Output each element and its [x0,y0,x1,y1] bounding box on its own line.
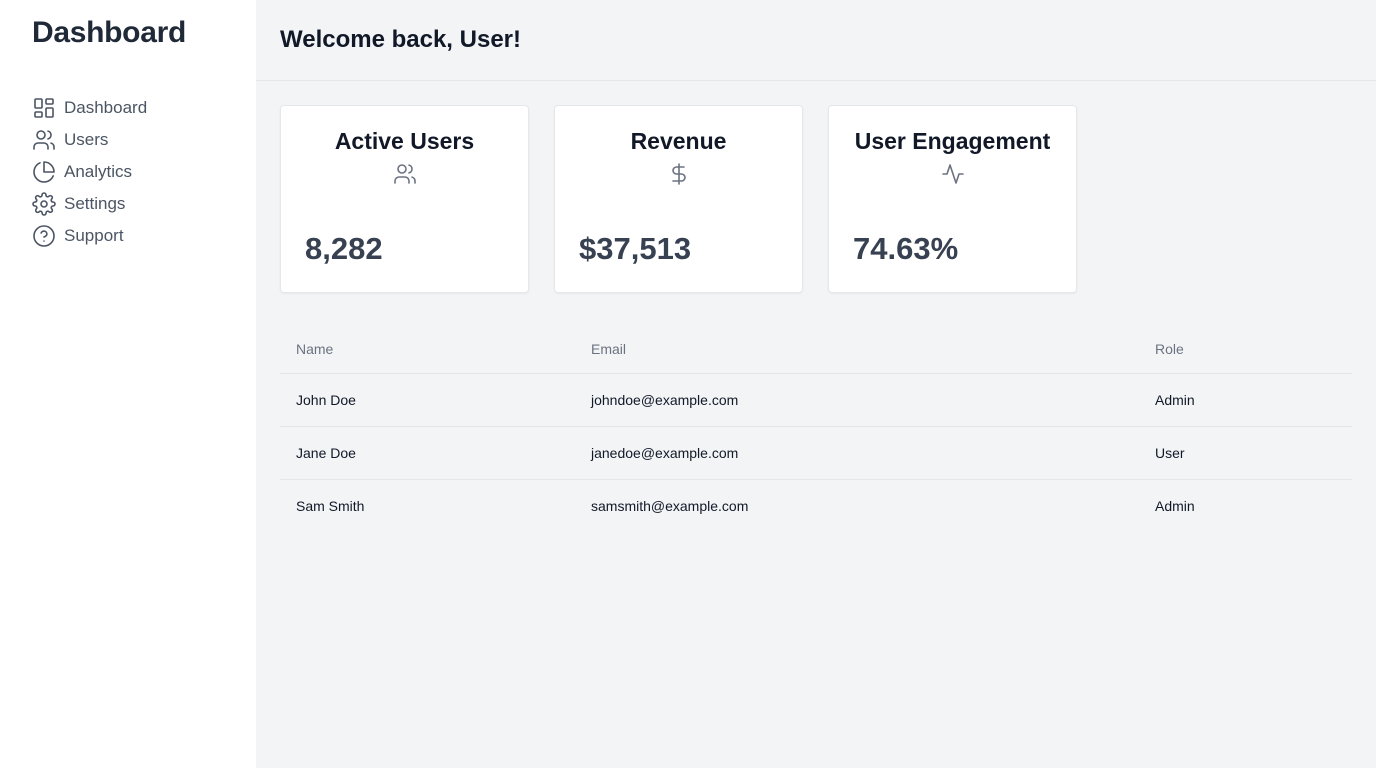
cell-email: samsmith@example.com [591,497,749,514]
sidebar-item-support[interactable]: Support [32,220,147,252]
cell-role: User [1139,426,1352,480]
page-title: Welcome back, User! [280,26,521,53]
cell-email: johndoe@example.com [575,373,1139,427]
stat-card-value: 8,282 [305,231,383,266]
sidebar-item-users[interactable]: Users [32,124,147,156]
cell-name: Jane Doe [280,426,575,480]
stat-card-value: 74.63% [853,231,959,266]
sidebar-nav: Dashboard Users Analytics Settings Suppo… [32,92,147,252]
sidebar-item-analytics[interactable]: Analytics [32,156,147,188]
column-header-name: Name [280,325,575,374]
stat-card-title: Active Users [334,128,475,154]
sidebar-item-label: Dashboard [64,98,148,117]
sidebar-item-dashboard[interactable]: Dashboard [32,92,147,124]
cell-role: Admin [1139,373,1352,427]
column-header-role: Role [1139,325,1352,374]
sidebar: Dashboard Dashboard Users Analytics Sett… [0,0,256,768]
main-content: Welcome back, User! Active Users 8,282 R… [256,0,1376,768]
table-row[interactable]: Sam Smith samsmith@example.com Admin [280,479,1352,532]
dashboard-icon [32,96,56,120]
users-table-section: Name Email Role John Doe johndoe@example… [280,325,1352,532]
table-row[interactable]: Jane Doe janedoe@example.com User [280,426,1352,480]
users-table: Name Email Role John Doe johndoe@example… [280,325,1352,532]
sidebar-item-label: Support [64,226,124,245]
activity-icon [829,162,1076,186]
sidebar-title: Dashboard [32,16,186,49]
sidebar-item-label: Settings [64,194,126,213]
dollar-icon [555,162,802,186]
page-header: Welcome back, User! [256,0,1376,81]
users-icon [281,162,528,186]
cell-name: John Doe [280,373,575,427]
cell-name: Sam Smith [296,497,365,514]
stat-card-title: User Engagement [854,128,1051,154]
gear-icon [32,192,56,216]
pie-chart-icon [32,160,56,184]
sidebar-item-label: Analytics [64,162,133,181]
stat-card-active-users: Active Users 8,282 [280,105,529,293]
sidebar-item-settings[interactable]: Settings [32,188,147,220]
table-row[interactable]: John Doe johndoe@example.com Admin [280,373,1352,427]
cell-role: Admin [1155,497,1195,514]
help-circle-icon [32,224,56,248]
stat-card-value: $37,513 [579,231,692,266]
users-icon [32,128,56,152]
stat-cards: Active Users 8,282 Revenue $37,513 User … [280,105,1077,293]
table-header-row: Name Email Role [280,325,1352,374]
cell-email: janedoe@example.com [575,426,1139,480]
stat-card-user-engagement: User Engagement 74.63% [828,105,1077,293]
stat-card-title: Revenue [630,128,727,154]
sidebar-item-label: Users [64,130,109,149]
column-header-email: Email [575,325,1139,374]
stat-card-revenue: Revenue $37,513 [554,105,803,293]
